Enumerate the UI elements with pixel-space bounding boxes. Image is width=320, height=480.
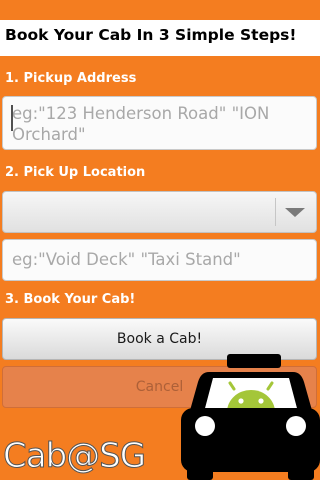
pickup-address-input[interactable]: eg:"123 Henderson Road" "ION Orchard" [2,96,317,150]
location-detail-input[interactable]: eg:"Void Deck" "Taxi Stand" [2,239,317,281]
taxi-wheel-right [288,464,314,480]
pickup-location-select[interactable] [2,191,317,233]
chevron-down-icon[interactable] [285,208,305,217]
taxi-headlight-left [195,416,215,436]
step1-label: 1. Pickup Address [5,71,137,86]
taxi-wheel-left [187,464,213,480]
taxi-roof-sign [227,354,281,368]
taxi-android-icon [181,354,320,480]
taxi-headlight-right [286,416,306,436]
page-title: Book Your Cab In 3 Simple Steps! [5,26,297,44]
text-cursor [11,105,13,131]
android-eye-right [258,398,264,404]
step2-label: 2. Pick Up Location [5,165,146,180]
step3-label: 3. Book Your Cab! [5,292,136,307]
android-eye-left [238,398,244,404]
location-detail-placeholder: eg:"Void Deck" "Taxi Stand" [12,250,241,269]
pickup-address-placeholder: eg:"123 Henderson Road" "ION Orchard" [12,104,270,144]
brand-logo-text: Cab@SG [2,436,146,477]
select-divider [275,198,276,226]
